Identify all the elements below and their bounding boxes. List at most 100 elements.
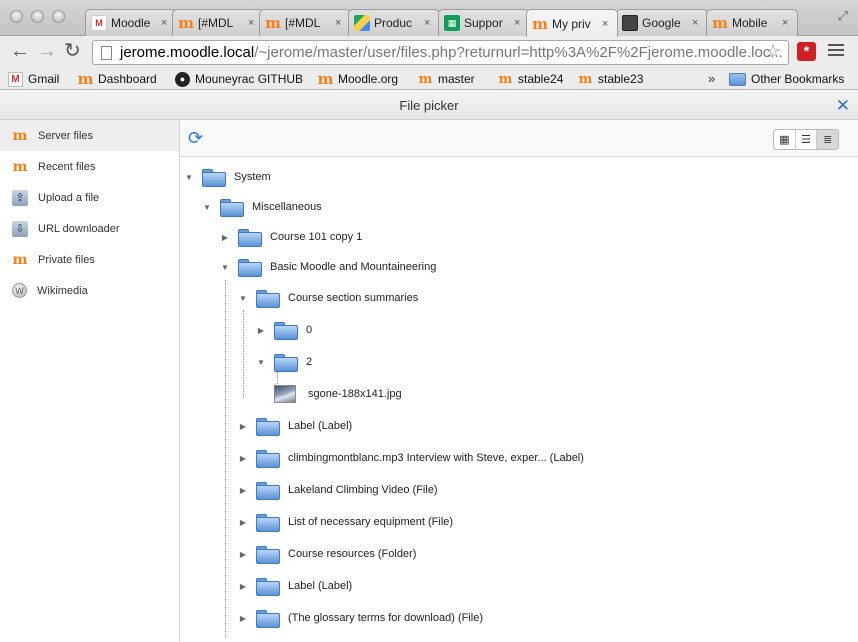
folder-icon bbox=[274, 322, 298, 340]
tree-folder[interactable]: ▶ Label (Label) bbox=[238, 575, 352, 597]
address-bar[interactable]: jerome.moodle.local/~jerome/master/user/… bbox=[92, 40, 789, 65]
browser-toolbar: ← → ↻ jerome.moodle.local/~jerome/master… bbox=[0, 36, 858, 68]
browser-tab[interactable]: m My priv × bbox=[526, 9, 618, 37]
tab-close-icon[interactable]: × bbox=[692, 17, 702, 29]
folder-icon bbox=[238, 229, 262, 247]
browser-tab[interactable]: m Mobile × bbox=[706, 9, 798, 36]
fullscreen-icon[interactable]: ⤢ bbox=[838, 8, 848, 24]
repository-item[interactable]: W Wikimedia bbox=[0, 275, 179, 306]
moodle-icon: m bbox=[578, 71, 593, 87]
tab-close-icon[interactable]: × bbox=[514, 17, 524, 29]
list-view-button[interactable]: ☰ bbox=[796, 130, 818, 149]
forward-icon[interactable]: → bbox=[37, 41, 57, 61]
expand-right-icon[interactable]: ▶ bbox=[238, 518, 248, 527]
bookmark-item[interactable]: m stable23 bbox=[578, 70, 644, 88]
tree-view-button[interactable]: ≣ bbox=[817, 130, 838, 149]
moodle-icon: m bbox=[178, 14, 194, 32]
bookmark-item[interactable]: m stable24 bbox=[498, 70, 564, 88]
bookmark-label: Dashboard bbox=[98, 72, 157, 86]
expand-right-icon[interactable]: ▶ bbox=[238, 614, 248, 623]
browser-tab[interactable]: m [#MDL × bbox=[172, 9, 264, 36]
close-icon[interactable]: ✕ bbox=[836, 97, 850, 114]
expand-right-icon[interactable]: ▶ bbox=[238, 486, 248, 495]
tree-folder[interactable]: ▶ Course resources (Folder) bbox=[238, 543, 416, 565]
folder-icon bbox=[256, 546, 280, 564]
tree-node-label: Lakeland Climbing Video (File) bbox=[288, 484, 438, 496]
browser-tab[interactable]: ▦ Suppor × bbox=[438, 9, 530, 36]
tree-folder[interactable]: ▶ List of necessary equipment (File) bbox=[238, 511, 453, 533]
tree-folder[interactable]: ▼ System bbox=[184, 166, 271, 188]
menu-icon[interactable] bbox=[828, 44, 844, 59]
tab-close-icon[interactable]: × bbox=[248, 17, 258, 29]
wikimedia-icon: W bbox=[12, 283, 27, 298]
bookmark-item[interactable]: m master bbox=[418, 70, 475, 88]
moodle-icon: m bbox=[712, 14, 728, 32]
tree-folder[interactable]: ▶ 0 bbox=[256, 319, 312, 341]
expand-right-icon[interactable]: ▶ bbox=[238, 550, 248, 559]
expand-down-icon[interactable]: ▼ bbox=[202, 203, 212, 212]
tree-folder[interactable]: ▶ Lakeland Climbing Video (File) bbox=[238, 479, 438, 501]
close-window-button[interactable] bbox=[10, 10, 23, 23]
refresh-icon[interactable]: ⟳ bbox=[188, 129, 203, 147]
tab-close-icon[interactable]: × bbox=[602, 18, 612, 30]
expand-right-icon[interactable]: ▶ bbox=[238, 582, 248, 591]
browser-tab[interactable]: Produc × bbox=[348, 9, 440, 36]
tab-title: Mobile bbox=[732, 16, 768, 30]
tab-title: Produc bbox=[374, 16, 413, 30]
lastpass-extension-icon[interactable]: * bbox=[797, 42, 816, 61]
repository-item[interactable]: m Private files bbox=[0, 244, 179, 275]
expand-right-icon[interactable]: ▶ bbox=[220, 233, 230, 242]
folder-icon bbox=[256, 450, 280, 468]
bookmark-star-icon[interactable]: ☆ bbox=[765, 41, 781, 62]
expand-right-icon[interactable]: ▶ bbox=[238, 422, 248, 431]
expand-down-icon[interactable]: ▼ bbox=[220, 263, 230, 272]
google-icon bbox=[622, 15, 638, 31]
tree-folder[interactable]: ▼ Miscellaneous bbox=[202, 196, 322, 218]
tab-close-icon[interactable]: × bbox=[424, 17, 434, 29]
tab-close-icon[interactable]: × bbox=[782, 17, 792, 29]
repository-item[interactable]: m Recent files bbox=[0, 151, 179, 182]
moodle-icon: m bbox=[498, 71, 513, 87]
other-bookmarks[interactable]: Other Bookmarks bbox=[729, 70, 844, 88]
tab-close-icon[interactable]: × bbox=[161, 17, 171, 29]
reload-icon[interactable]: ↻ bbox=[64, 41, 81, 61]
tree-folder[interactable]: ▶ Course 101 copy 1 bbox=[220, 226, 362, 248]
repository-label: Recent files bbox=[38, 160, 96, 173]
tree-node-label: climbingmontblanc.mp3 Interview with Ste… bbox=[288, 452, 584, 464]
tree-folder[interactable]: ▶ climbingmontblanc.mp3 Interview with St… bbox=[238, 447, 584, 469]
tree-folder[interactable]: ▼ Course section summaries bbox=[238, 287, 418, 309]
expand-down-icon[interactable]: ▼ bbox=[238, 294, 248, 303]
browser-tab[interactable]: m [#MDL × bbox=[259, 9, 351, 36]
expand-down-icon[interactable]: ▼ bbox=[256, 358, 266, 367]
bookmark-label: stable24 bbox=[518, 72, 564, 86]
tree-node-label: Basic Moodle and Mountaineering bbox=[270, 261, 437, 273]
tree-folder[interactable]: ▶ Label (Label) bbox=[238, 415, 352, 437]
back-icon[interactable]: ← bbox=[10, 41, 30, 61]
bookmark-item[interactable]: m Dashboard bbox=[78, 70, 157, 88]
tree-node-label: List of necessary equipment (File) bbox=[288, 516, 454, 528]
tree-folder[interactable]: ▼ 2 bbox=[256, 351, 312, 373]
expand-right-icon[interactable]: ▶ bbox=[256, 326, 266, 335]
browser-tab[interactable]: M Moodle × bbox=[85, 9, 177, 36]
bookmark-item[interactable]: ● Mouneyrac GITHUB bbox=[175, 70, 303, 88]
browser-tab[interactable]: Google × bbox=[616, 9, 708, 36]
file-picker-header: File picker bbox=[0, 91, 858, 120]
folder-icon bbox=[274, 354, 298, 372]
repository-item[interactable]: m Server files bbox=[0, 120, 179, 151]
tree-file[interactable]: sgone-188x141.jpg bbox=[274, 383, 402, 405]
bookmarks-overflow-chevron[interactable]: » bbox=[708, 71, 715, 86]
zoom-window-button[interactable] bbox=[52, 10, 65, 23]
minimize-window-button[interactable] bbox=[31, 10, 44, 23]
repository-item[interactable]: ⇩ URL downloader bbox=[0, 213, 179, 244]
bookmark-item[interactable]: M Gmail bbox=[8, 70, 59, 88]
expand-down-icon[interactable]: ▼ bbox=[184, 173, 194, 182]
tree-folder[interactable]: ▶ (The glossary terms for download) (File… bbox=[238, 607, 483, 629]
tab-close-icon[interactable]: × bbox=[335, 17, 345, 29]
tree-folder[interactable]: ▼ Basic Moodle and Mountaineering bbox=[220, 256, 436, 278]
tab-title: [#MDL bbox=[198, 16, 234, 30]
tree-node-label: Label (Label) bbox=[288, 580, 353, 592]
icon-view-button[interactable]: ▦ bbox=[774, 130, 796, 149]
expand-right-icon[interactable]: ▶ bbox=[238, 454, 248, 463]
bookmark-item[interactable]: m Moodle.org bbox=[318, 70, 398, 88]
repository-item[interactable]: ⇪ Upload a file bbox=[0, 182, 179, 213]
